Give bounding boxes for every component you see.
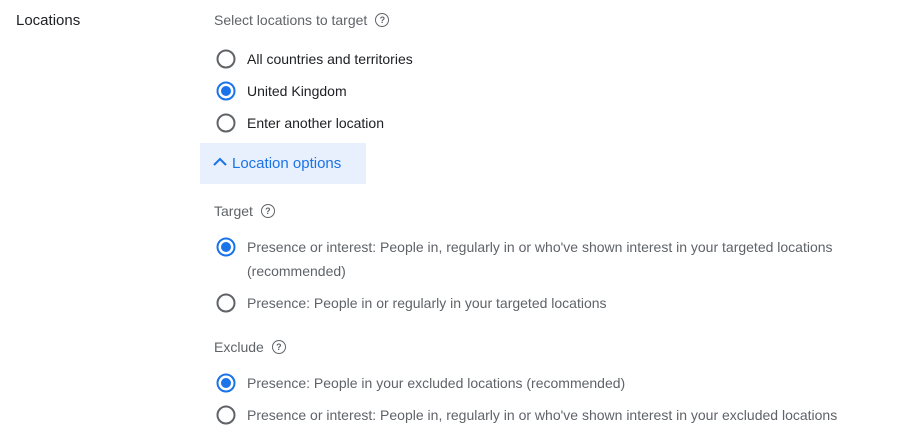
radio-all-countries[interactable]: All countries and territories: [216, 49, 413, 69]
radio-target-presence[interactable]: Presence: People in or regularly in your…: [216, 293, 607, 313]
help-icon[interactable]: ?: [375, 13, 390, 27]
radio-checked-icon[interactable]: [216, 81, 236, 101]
locations-prompt-text: Select locations to target: [214, 12, 368, 28]
chevron-up-icon: [212, 154, 228, 174]
exclude-heading: Exclude ?: [214, 339, 286, 355]
radio-exclude-presence[interactable]: Presence: People in your excluded locati…: [216, 373, 625, 393]
radio-label: Presence or interest: People in, regular…: [247, 407, 838, 423]
location-options-button[interactable]: Location options: [200, 143, 366, 184]
radio-unchecked-icon[interactable]: [216, 49, 236, 69]
radio-checked-icon[interactable]: [216, 237, 236, 257]
target-heading: Target ?: [214, 203, 275, 219]
radio-label-block: Presence or interest: People in, regular…: [247, 235, 887, 283]
locations-prompt: Select locations to target ?: [214, 12, 390, 28]
radio-united-kingdom[interactable]: United Kingdom: [216, 81, 347, 101]
radio-target-presence-or-interest[interactable]: Presence or interest: People in, regular…: [216, 237, 887, 283]
radio-label: Presence: People in or regularly in your…: [247, 295, 607, 311]
radio-unchecked-icon[interactable]: [216, 293, 236, 313]
radio-label: All countries and territories: [247, 51, 413, 67]
radio-exclude-presence-or-interest[interactable]: Presence or interest: People in, regular…: [216, 405, 837, 425]
location-options-label: Location options: [232, 155, 342, 172]
section-label-locations: Locations: [16, 12, 81, 29]
radio-label-line1: Presence or interest: People in, regular…: [247, 239, 833, 255]
radio-checked-icon[interactable]: [216, 373, 236, 393]
radio-enter-another-location[interactable]: Enter another location: [216, 113, 384, 133]
radio-label: United Kingdom: [247, 83, 347, 99]
radio-label-line2: (recommended): [247, 263, 346, 279]
exclude-title: Exclude: [214, 339, 264, 355]
radio-label: Presence: People in your excluded locati…: [247, 375, 626, 391]
radio-unchecked-icon[interactable]: [216, 113, 236, 133]
help-icon[interactable]: ?: [260, 204, 275, 218]
radio-unchecked-icon[interactable]: [216, 405, 236, 425]
target-title: Target: [214, 203, 253, 219]
radio-label: Enter another location: [247, 115, 384, 131]
help-icon[interactable]: ?: [271, 340, 286, 354]
